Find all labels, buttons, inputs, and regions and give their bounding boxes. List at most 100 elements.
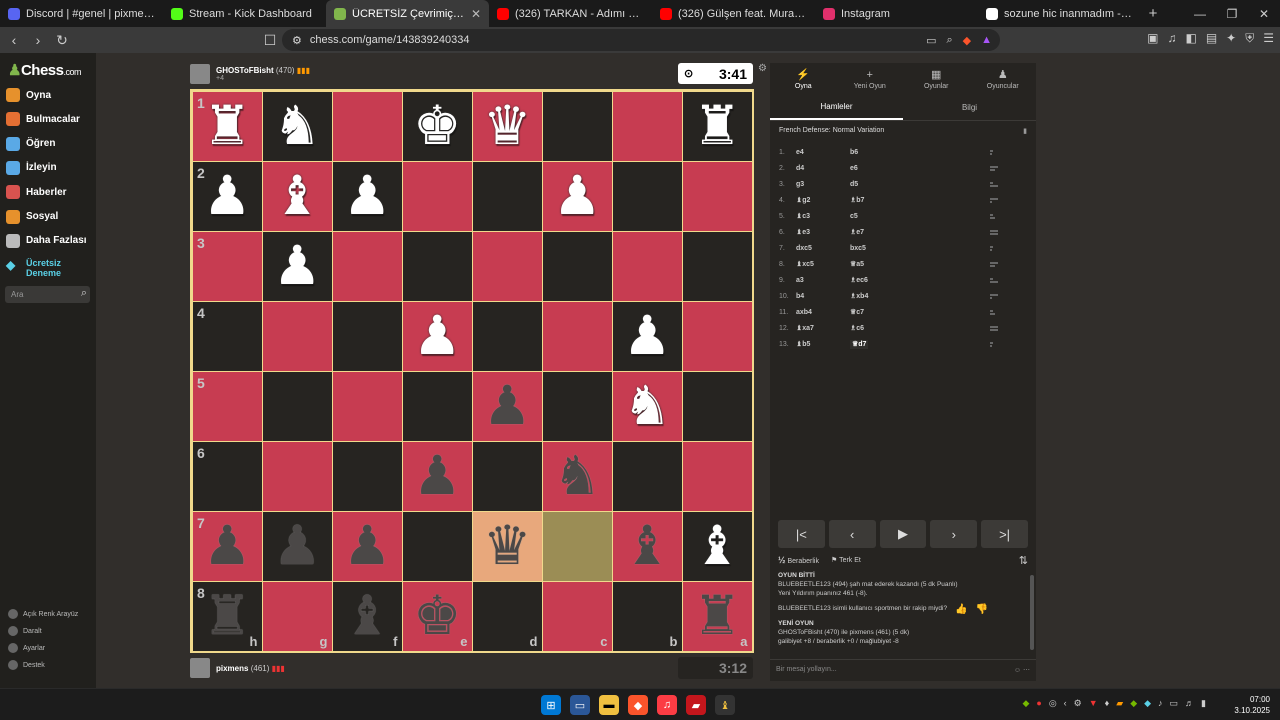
black-pawn-piece[interactable]: ♟: [403, 442, 472, 511]
board-square[interactable]: 2 ♟: [192, 161, 263, 232]
board-square[interactable]: [332, 371, 403, 442]
white-rook-piece[interactable]: ♜: [683, 92, 752, 161]
wallet-icon[interactable]: ▤: [1206, 31, 1217, 46]
board-square[interactable]: [402, 231, 473, 302]
sidebar-panel-icon[interactable]: ▣: [1147, 31, 1158, 46]
volume-icon[interactable]: ♬: [1185, 698, 1194, 709]
black-pawn-piece[interactable]: ♟: [193, 512, 262, 581]
black-bishop-piece[interactable]: ♝: [333, 582, 402, 651]
sidebar-item-oyna[interactable]: Oyna: [6, 88, 51, 102]
board-square[interactable]: [402, 161, 473, 232]
chat-scrollbar[interactable]: [1030, 575, 1034, 650]
black-bishop-piece[interactable]: ♝: [613, 512, 682, 581]
board-square[interactable]: 6: [192, 441, 263, 512]
thumbs-up-icon[interactable]: 👍: [955, 605, 967, 615]
board-square[interactable]: ♟: [612, 301, 683, 372]
white-move[interactable]: b4: [796, 293, 850, 300]
black-move[interactable]: ♗e7: [850, 229, 864, 236]
sidebar-item-sosyal[interactable]: Sosyal: [6, 209, 58, 224]
reload-icon[interactable]: ↻: [52, 30, 72, 50]
bottom-player-name[interactable]: pixmens: [216, 664, 248, 673]
menu-icon[interactable]: ☰: [1263, 31, 1274, 46]
restore-icon[interactable]: ❐: [1216, 0, 1248, 27]
board-square[interactable]: [402, 511, 473, 582]
free-trial-link[interactable]: ◆ Ücretsiz Deneme: [6, 258, 70, 278]
white-pawn-piece[interactable]: ♟: [263, 232, 332, 301]
black-rook-piece[interactable]: ♜: [193, 582, 262, 651]
tab-yeni-oyun[interactable]: + Yeni Oyun: [837, 63, 904, 95]
tray-icon[interactable]: ‹: [1064, 698, 1067, 709]
close-tab-icon[interactable]: ✕: [471, 7, 481, 21]
white-king-piece[interactable]: ♚: [403, 92, 472, 161]
white-move[interactable]: a3: [796, 277, 850, 284]
brave-shield-icon[interactable]: ◆: [963, 34, 971, 47]
board-square[interactable]: ♛: [472, 91, 543, 162]
white-pawn-piece[interactable]: ♟: [193, 162, 262, 231]
site-info-icon[interactable]: ⚙: [292, 34, 302, 47]
sidebar-item-öğren[interactable]: Öğren: [6, 136, 55, 151]
black-pawn-piece[interactable]: ♟: [263, 512, 332, 581]
board-square[interactable]: [262, 371, 333, 442]
browser-tab[interactable]: Discord | #genel | pixmens: [0, 0, 163, 27]
nvidia-icon[interactable]: ◆: [1022, 698, 1029, 709]
black-move[interactable]: c5: [850, 213, 858, 220]
board-square[interactable]: ♞: [262, 91, 333, 162]
board-square[interactable]: ♜: [682, 91, 753, 162]
windows-start-icon[interactable]: ⊞: [541, 695, 561, 715]
white-pawn-piece[interactable]: ♟: [403, 302, 472, 371]
board-square[interactable]: 7 ♟: [192, 511, 263, 582]
board-square[interactable]: ♝: [612, 511, 683, 582]
ai-icon[interactable]: ✦: [1226, 31, 1236, 46]
tab-oyunlar[interactable]: ▦ Oyunlar: [903, 63, 970, 95]
board-square[interactable]: [332, 231, 403, 302]
white-queen-piece[interactable]: ♛: [473, 92, 542, 161]
board-square[interactable]: [682, 301, 753, 372]
board-square[interactable]: [542, 301, 613, 372]
board-square[interactable]: d: [472, 581, 543, 652]
vpn-icon[interactable]: ⛨: [1245, 31, 1254, 46]
split-view-icon[interactable]: ◧: [1185, 31, 1196, 46]
zoom-icon[interactable]: ⌕: [946, 34, 952, 47]
close-window-icon[interactable]: ✕: [1248, 0, 1280, 27]
black-move[interactable]: bxc5: [850, 245, 866, 252]
white-move[interactable]: axb4: [796, 309, 850, 316]
kick-icon[interactable]: ♝: [715, 695, 735, 715]
music-icon[interactable]: ♫: [1167, 31, 1176, 46]
forward-icon[interactable]: ›: [28, 30, 48, 50]
brave-browser-icon[interactable]: ◆: [628, 695, 648, 715]
board-square[interactable]: g: [262, 581, 333, 652]
board-square[interactable]: ♞: [542, 441, 613, 512]
sidebar-item-bulmacalar[interactable]: Bulmacalar: [6, 112, 80, 127]
first-move-button[interactable]: |<: [778, 520, 825, 548]
board-square[interactable]: [612, 441, 683, 512]
black-pawn-piece[interactable]: ♟: [473, 372, 542, 441]
white-move[interactable]: g3: [796, 181, 850, 188]
board-square[interactable]: [472, 161, 543, 232]
board-square[interactable]: [332, 91, 403, 162]
search-input[interactable]: Ara ⌕: [5, 286, 90, 303]
white-rook-piece[interactable]: ♜: [193, 92, 262, 161]
music-app-icon[interactable]: ♫: [657, 695, 677, 715]
board-square[interactable]: ♛: [472, 511, 543, 582]
avatar[interactable]: [190, 658, 210, 678]
sidebar-item-daha-fazlası[interactable]: Daha Fazlası: [6, 233, 87, 248]
subtab-bilgi[interactable]: Bilgi: [903, 95, 1036, 120]
white-move[interactable]: e4: [796, 149, 850, 156]
white-move[interactable]: ♝b5: [796, 340, 850, 348]
board-square[interactable]: e ♚: [402, 581, 473, 652]
browser-tab[interactable]: ÜCRETSİZ Çevrimiçi Satranç Oyn✕: [326, 0, 489, 27]
white-move[interactable]: ♝xa7: [796, 324, 850, 332]
board-square[interactable]: ♟: [472, 371, 543, 442]
black-rook-piece[interactable]: ♜: [683, 582, 752, 651]
board-square[interactable]: [402, 371, 473, 442]
board-square[interactable]: ♟: [332, 511, 403, 582]
browser-tab[interactable]: (326) Gülşen feat. Murat Boz - İltima: [652, 0, 815, 27]
minimize-icon[interactable]: —: [1184, 0, 1216, 27]
browser-tab[interactable]: Stream - Kick Dashboard: [163, 0, 326, 27]
tab-oyuncular[interactable]: ♟ Oyuncular: [970, 63, 1037, 95]
tray-icon[interactable]: ♦: [1105, 698, 1110, 709]
board-square[interactable]: ♟: [402, 441, 473, 512]
board-square[interactable]: ♟: [262, 511, 333, 582]
black-move[interactable]: ♗xb4: [850, 293, 868, 300]
board-square[interactable]: [682, 441, 753, 512]
